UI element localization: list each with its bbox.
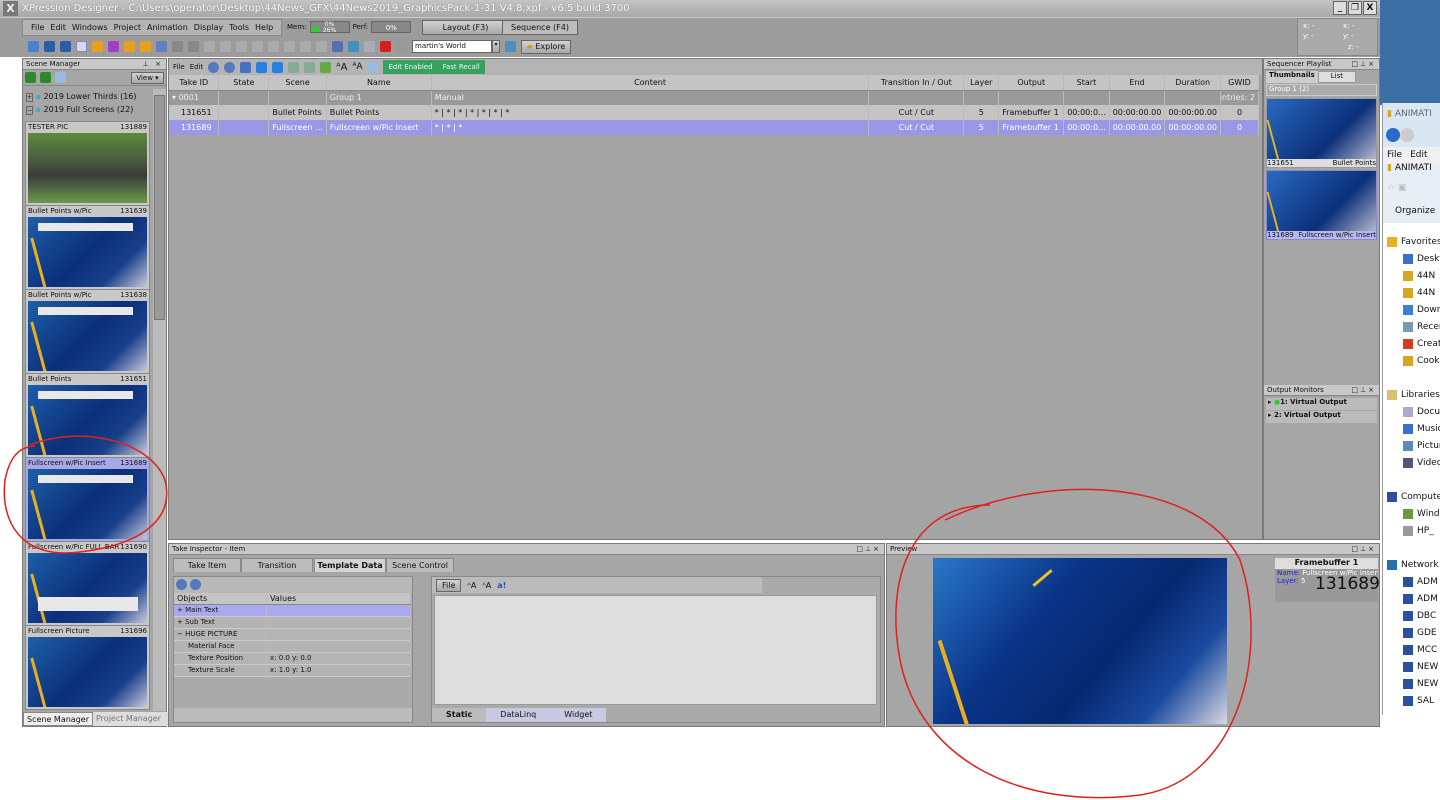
red-annotation-circles	[3, 435, 1252, 799]
annotation-circle-scene	[3, 435, 168, 554]
annotation-circle-preview	[895, 488, 1252, 799]
